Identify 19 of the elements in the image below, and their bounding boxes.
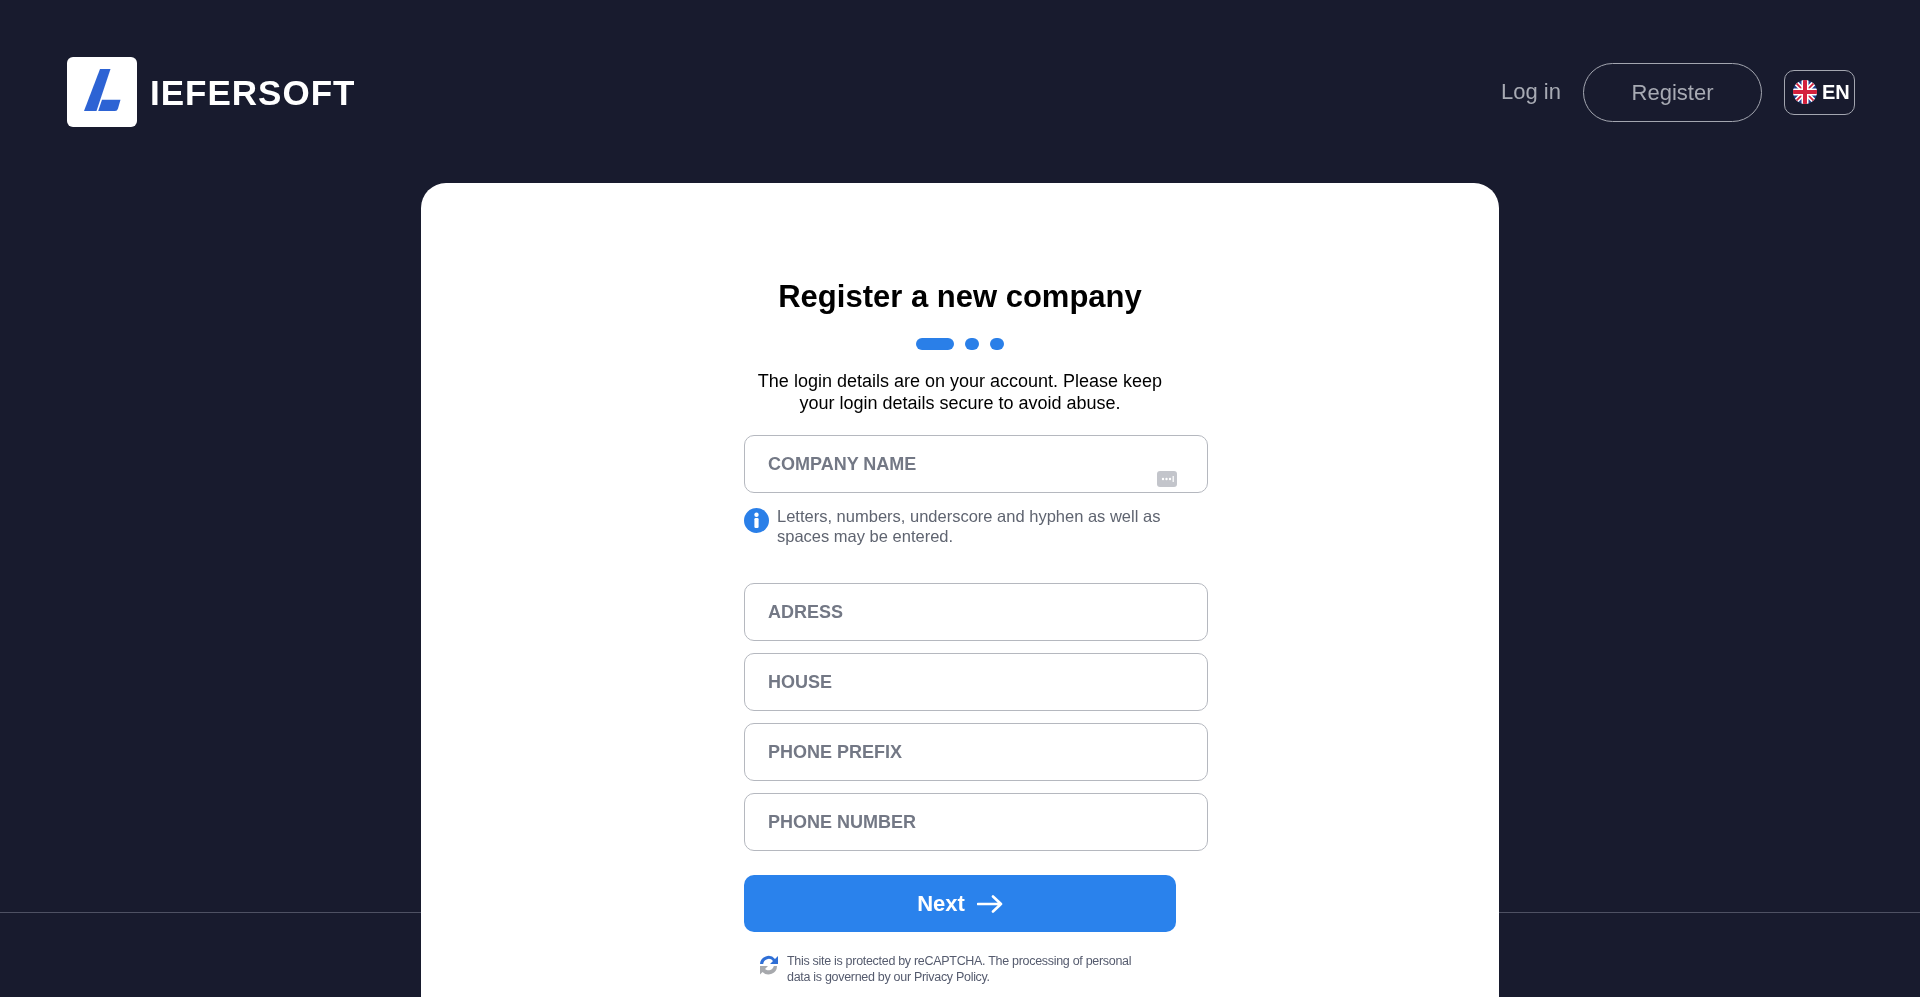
login-link[interactable]: Log in — [1501, 81, 1561, 103]
flag-icon — [1793, 80, 1817, 104]
description-text: The login details are on your account. Please keep your login details secure to avoid abuse. — [756, 370, 1164, 414]
page-title: Register a new company — [778, 278, 1142, 316]
language-button[interactable]: EN — [1784, 69, 1855, 115]
logo-icon — [67, 57, 137, 127]
text-field[interactable]: ADRESS — [744, 583, 1208, 641]
current-step-indicator — [916, 338, 954, 350]
info-icon — [744, 508, 769, 533]
text-field[interactable]: PHONE PREFIX — [744, 723, 1208, 781]
hint-text: Letters, numbers, underscore and hyphen as well as spaces may be entered. — [777, 506, 1162, 546]
brand-name: IEFERSOFT — [150, 74, 356, 110]
recaptcha-icon — [757, 954, 780, 975]
text-field[interactable]: PHONE NUMBER — [744, 793, 1208, 851]
arrow-right-icon — [976, 894, 1003, 913]
text-field[interactable]: COMPANY NAME — [744, 435, 1208, 493]
recaptcha-notice: This site is protected by reCAPTCHA. The processing of personal data is governed by our Privacy Policy. — [787, 953, 1133, 985]
next-button[interactable]: Next — [744, 875, 1176, 932]
text-field[interactable]: HOUSE — [744, 653, 1208, 711]
